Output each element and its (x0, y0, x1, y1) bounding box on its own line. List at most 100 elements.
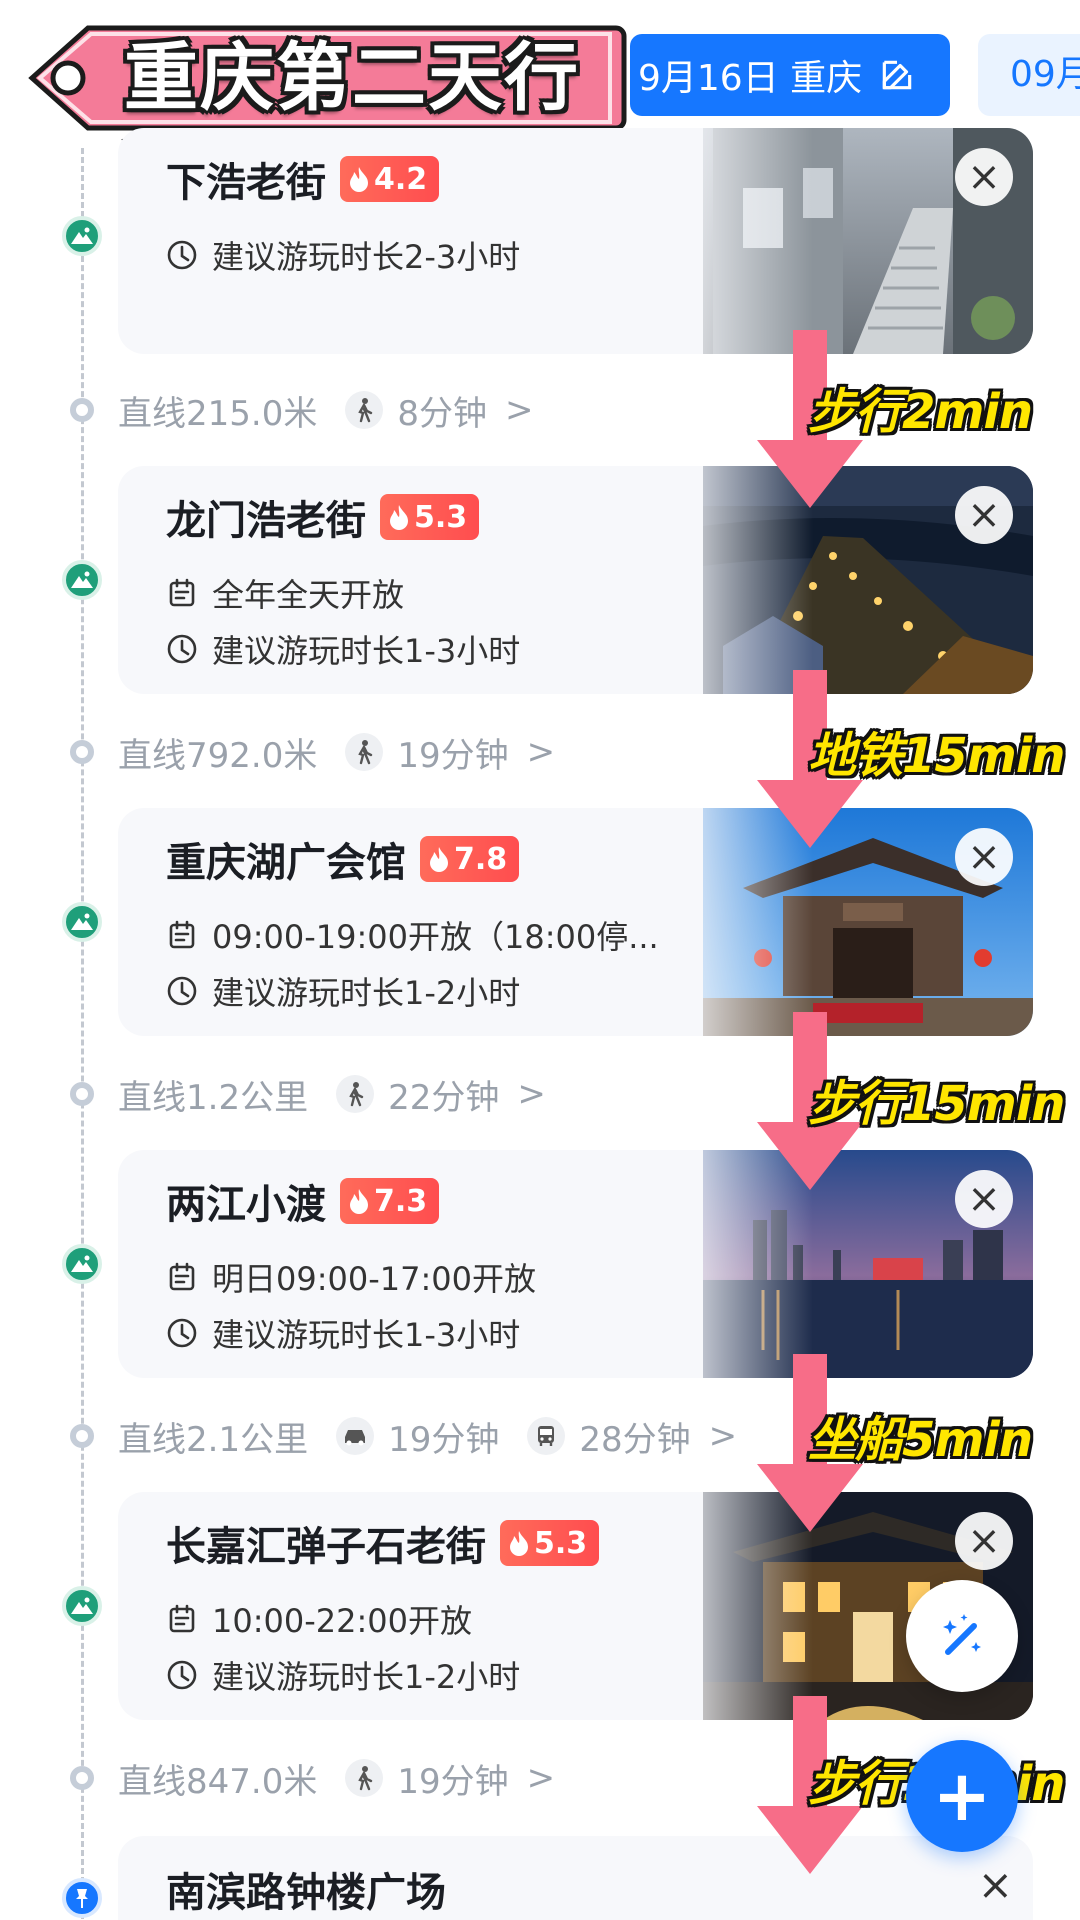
leg-marker (70, 740, 94, 764)
fire-icon (510, 1531, 528, 1556)
plus-icon: + (932, 1755, 992, 1837)
info-line: 09:00-19:00开放（18:00停... (166, 912, 659, 958)
spot-card[interactable]: × 龙门浩老街 5.3 全年全天开放 建议游玩时长1-3小时 (118, 466, 1033, 694)
chevron-right-icon: > (526, 732, 556, 772)
walk-icon (336, 1075, 375, 1113)
opening-hours: 10:00-22:00开放 (212, 1602, 472, 1640)
info-line: 全年全天开放 (166, 570, 404, 616)
info-line: 10:00-22:00开放 (166, 1596, 472, 1642)
spot-card[interactable]: × 长嘉汇弹子石老街 5.3 10:00-22:00开放 建议游玩时长1-2小时 (118, 1492, 1033, 1720)
remove-spot-button[interactable]: × (955, 1512, 1013, 1570)
opening-hours: 明日09:00-17:00开放 (212, 1260, 536, 1298)
remove-spot-button[interactable]: × (955, 1170, 1013, 1228)
spot-card[interactable]: 南滨路钟楼广场 × (118, 1836, 1033, 1920)
route-leg[interactable]: 直线1.2公里 22分钟 > (118, 1069, 546, 1119)
heat-score: 5.3 (414, 499, 468, 535)
transfer-label: 坐船5min (808, 1412, 1033, 1468)
close-icon: × (967, 1518, 1001, 1564)
leg-marker (70, 1766, 94, 1790)
opening-hours: 09:00-19:00开放（18:00停... (212, 918, 659, 956)
remove-spot-button[interactable]: × (955, 486, 1013, 544)
suggested-duration: 建议游玩时长2-3小时 (212, 238, 521, 276)
walk-icon (345, 733, 384, 771)
route-leg[interactable]: 直线792.0米 19分钟 > (118, 727, 555, 777)
spot-card[interactable]: × 下浩老街 4.2 建议游玩时长2-3小时 (118, 128, 1033, 354)
itinerary-screen: { "header": { "title": "重庆第二天行程", "date_… (0, 0, 1080, 1920)
fire-icon (350, 167, 368, 192)
spot-card[interactable]: × 重庆湖广会馆 7.8 09:00-19:00开放（18:00停... 建议游… (118, 808, 1033, 1036)
bus-icon (527, 1417, 566, 1455)
spot-card[interactable]: × 两江小渡 7.3 明日09:00-17:00开放 建议游玩时长1-3小时 (118, 1150, 1033, 1378)
leg-time: 19分钟 (397, 1761, 509, 1802)
calendar-icon (169, 1262, 195, 1291)
leg-marker (70, 398, 94, 422)
spot-name: 两江小渡 (166, 1182, 326, 1228)
spot-name: 南滨路钟楼广场 (166, 1870, 446, 1916)
fire-icon (390, 505, 408, 530)
chevron-right-icon: > (708, 1416, 738, 1456)
clock-icon (167, 634, 197, 664)
walk-icon (345, 391, 384, 429)
pin-icon (62, 1878, 102, 1918)
close-icon[interactable]: × (978, 1860, 1013, 1909)
add-spot-button[interactable]: + (906, 1740, 1018, 1852)
suggested-duration: 建议游玩时长1-2小时 (212, 1658, 521, 1696)
magic-wand-icon (943, 1614, 981, 1655)
fire-icon (350, 1189, 368, 1214)
heat-score: 7.3 (374, 1183, 428, 1219)
top-bar: 重庆第二天行程 9月16日 重庆 09月 (0, 0, 1080, 217)
title-tag: 重庆第二天行程 (28, 24, 628, 217)
leg-distance: 直线2.1公里 (118, 1419, 309, 1460)
spot-name: 龙门浩老街 (166, 498, 366, 544)
remove-spot-button[interactable]: × (955, 148, 1013, 206)
info-line: 建议游玩时长1-3小时 (166, 626, 520, 672)
walk-icon (345, 1759, 384, 1797)
suggested-duration: 建议游玩时长1-2小时 (212, 974, 521, 1012)
route-leg[interactable]: 直线215.0米 8分钟 > (118, 385, 533, 435)
info-line: 建议游玩时长1-2小时 (166, 1652, 520, 1698)
scenic-spot-icon (62, 560, 102, 600)
date-tab-active[interactable]: 9月16日 重庆 (630, 34, 950, 116)
close-icon: × (967, 492, 1001, 538)
leg-time: 19分钟 (397, 735, 509, 776)
route-leg[interactable]: 直线847.0米 19分钟 > (118, 1753, 555, 1803)
info-line: 明日09:00-17:00开放 (166, 1254, 536, 1300)
heat-badge: 4.2 (340, 156, 440, 202)
transfer-label: 地铁15min (808, 728, 1065, 784)
heat-score: 5.3 (534, 1525, 588, 1561)
fire-icon (430, 847, 448, 872)
leg-distance: 直线792.0米 (118, 735, 318, 776)
car-icon (336, 1417, 375, 1455)
leg-distance: 直线1.2公里 (118, 1077, 309, 1118)
scenic-spot-icon (62, 216, 102, 256)
leg-marker (70, 1082, 94, 1106)
remove-spot-button[interactable]: × (955, 828, 1013, 886)
ai-magic-button[interactable] (906, 1580, 1018, 1692)
spot-name: 重庆湖广会馆 (166, 840, 406, 886)
heat-badge: 5.3 (380, 494, 480, 540)
calendar-icon (169, 578, 195, 607)
date-label: 9月16日 重庆 (638, 58, 863, 99)
heat-score: 4.2 (374, 161, 428, 197)
route-leg[interactable]: 直线2.1公里 19分钟 28分钟 > (118, 1411, 737, 1461)
date-tab-next[interactable]: 09月 (978, 34, 1080, 116)
chevron-right-icon: > (517, 1074, 546, 1114)
opening-hours: 全年全天开放 (212, 576, 405, 614)
transfer-label: 步行2min (808, 384, 1033, 440)
info-line: 建议游玩时长2-3小时 (166, 232, 520, 278)
photo-fade (663, 128, 813, 354)
edit-icon[interactable] (878, 56, 916, 94)
leg-time-drive: 19分钟 (388, 1419, 500, 1460)
calendar-icon (169, 1604, 195, 1633)
leg-time: 8分钟 (397, 393, 487, 434)
leg-distance: 直线847.0米 (118, 1761, 318, 1802)
leg-marker (70, 1424, 94, 1448)
scenic-spot-icon (62, 1244, 102, 1284)
info-line: 建议游玩时长1-3小时 (166, 1310, 520, 1356)
chevron-right-icon: > (504, 390, 534, 430)
calendar-icon (169, 920, 195, 949)
transfer-label: 步行15min (808, 1076, 1065, 1132)
clock-icon (167, 976, 197, 1006)
leg-distance: 直线215.0米 (118, 393, 318, 434)
heat-badge: 7.3 (340, 1178, 440, 1224)
